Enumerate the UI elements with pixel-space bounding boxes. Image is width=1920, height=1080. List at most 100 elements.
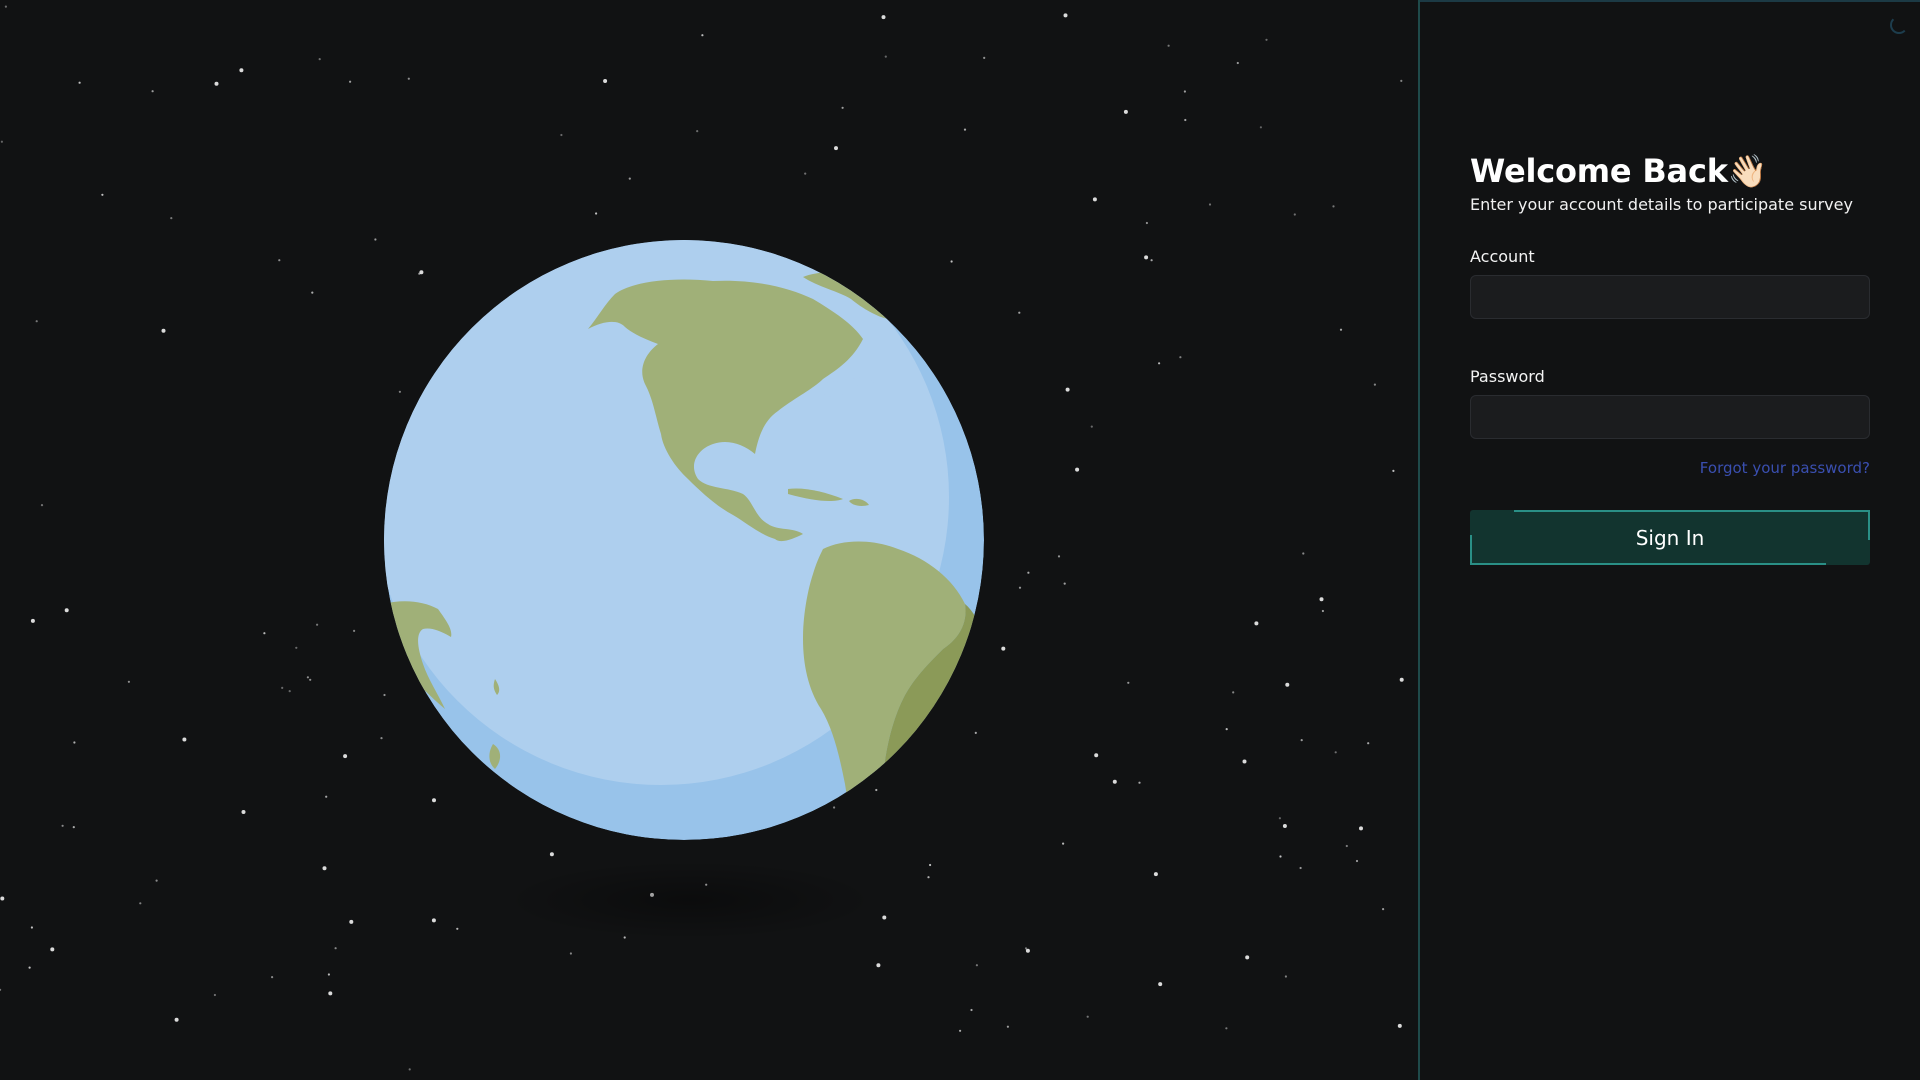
star bbox=[1245, 955, 1250, 960]
star bbox=[155, 879, 158, 882]
globe-shadow bbox=[500, 860, 880, 940]
login-panel: Welcome Back👋🏻 Enter your account detail… bbox=[1420, 2, 1920, 1080]
waving-hand-icon: 👋🏻 bbox=[1727, 152, 1768, 190]
star bbox=[1018, 311, 1021, 314]
star bbox=[975, 964, 979, 967]
star bbox=[1392, 469, 1395, 472]
star bbox=[876, 963, 881, 968]
star bbox=[1153, 872, 1158, 877]
star bbox=[73, 741, 76, 744]
star bbox=[595, 212, 598, 215]
page-subtitle: Enter your account details to participat… bbox=[1470, 195, 1853, 214]
star bbox=[1302, 552, 1305, 555]
star bbox=[1127, 681, 1130, 684]
account-input[interactable] bbox=[1470, 275, 1870, 319]
star bbox=[696, 130, 699, 133]
star bbox=[1063, 582, 1066, 585]
star bbox=[322, 866, 327, 871]
star bbox=[325, 795, 328, 798]
star bbox=[1075, 467, 1080, 472]
star bbox=[1057, 555, 1061, 558]
star bbox=[281, 686, 284, 690]
star bbox=[349, 919, 354, 924]
star bbox=[628, 177, 631, 180]
star bbox=[61, 824, 64, 827]
star bbox=[408, 1068, 411, 1071]
star bbox=[1208, 203, 1212, 206]
star bbox=[431, 918, 436, 923]
star bbox=[306, 676, 309, 679]
star bbox=[0, 988, 2, 991]
star bbox=[1018, 586, 1022, 589]
page-title: Welcome Back👋🏻 bbox=[1470, 147, 1870, 195]
star bbox=[1167, 44, 1170, 47]
sign-in-button[interactable]: Sign In bbox=[1470, 510, 1870, 565]
star bbox=[569, 952, 573, 955]
star bbox=[1144, 255, 1149, 260]
star bbox=[701, 34, 704, 37]
forgot-password-link[interactable]: Forgot your password? bbox=[1470, 459, 1870, 477]
star bbox=[549, 852, 554, 857]
star bbox=[1282, 824, 1287, 828]
star bbox=[343, 754, 348, 759]
star bbox=[353, 629, 356, 633]
star bbox=[1332, 205, 1335, 208]
star bbox=[1254, 621, 1259, 626]
star bbox=[214, 81, 219, 86]
star bbox=[1265, 38, 1268, 41]
star bbox=[174, 1017, 179, 1022]
star bbox=[1355, 859, 1359, 863]
sign-in-label: Sign In bbox=[1635, 525, 1705, 550]
star bbox=[1183, 90, 1186, 93]
star bbox=[1339, 328, 1343, 331]
star bbox=[1086, 1015, 1089, 1018]
space-illustration bbox=[0, 0, 1418, 1080]
star bbox=[1138, 781, 1141, 784]
star bbox=[1279, 855, 1282, 858]
star bbox=[1259, 126, 1262, 129]
star bbox=[1062, 842, 1065, 845]
star bbox=[1232, 691, 1235, 694]
star bbox=[327, 973, 330, 976]
star bbox=[349, 80, 352, 83]
password-input[interactable] bbox=[1470, 395, 1870, 439]
star bbox=[263, 632, 266, 635]
star bbox=[884, 55, 887, 58]
star bbox=[1382, 908, 1385, 911]
star bbox=[1001, 646, 1006, 651]
star bbox=[0, 896, 5, 901]
star bbox=[963, 128, 967, 131]
star bbox=[804, 172, 807, 175]
star bbox=[1397, 1023, 1402, 1028]
star bbox=[1367, 742, 1370, 745]
star bbox=[1150, 259, 1153, 262]
star bbox=[28, 966, 31, 969]
star bbox=[1225, 728, 1228, 731]
star bbox=[328, 991, 333, 996]
star bbox=[182, 737, 187, 742]
star bbox=[1065, 387, 1070, 392]
star bbox=[239, 68, 244, 73]
title-text: Welcome Back bbox=[1470, 152, 1728, 190]
star bbox=[40, 504, 44, 507]
star bbox=[1158, 362, 1161, 365]
star bbox=[30, 926, 33, 929]
star bbox=[1092, 197, 1097, 202]
star bbox=[1225, 1027, 1228, 1030]
star bbox=[1242, 759, 1247, 764]
star bbox=[241, 810, 246, 814]
star bbox=[1334, 751, 1337, 754]
star bbox=[841, 106, 844, 109]
star bbox=[0, 140, 3, 143]
star bbox=[309, 678, 312, 681]
account-label: Account bbox=[1470, 247, 1535, 266]
star bbox=[72, 826, 75, 829]
star bbox=[30, 618, 35, 623]
star bbox=[374, 238, 377, 241]
star bbox=[1184, 118, 1187, 122]
star bbox=[271, 976, 274, 979]
star bbox=[1399, 677, 1404, 682]
star bbox=[1090, 425, 1093, 428]
star bbox=[407, 77, 410, 80]
login-page: Welcome Back👋🏻 Enter your account detail… bbox=[0, 0, 1920, 1080]
